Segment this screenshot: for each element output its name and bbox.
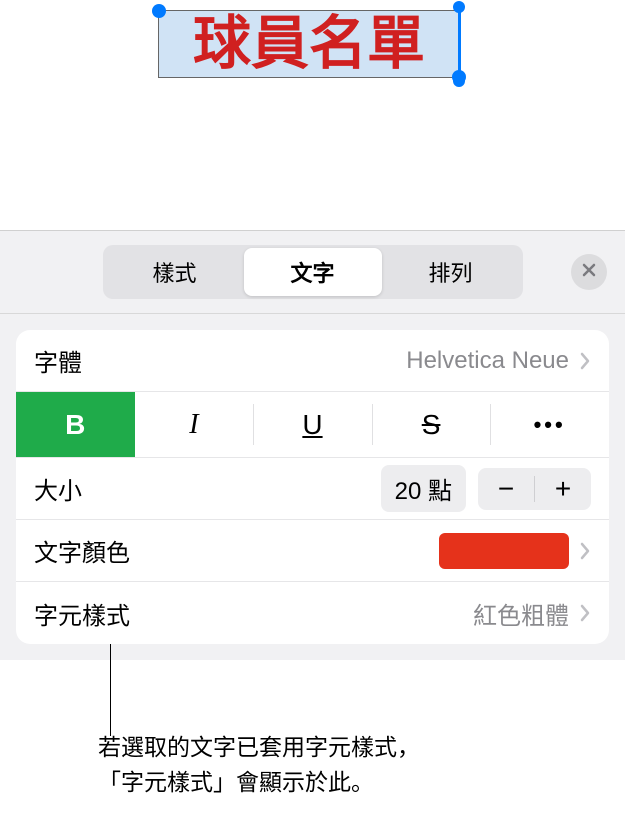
selected-text-box[interactable]: 球員名單 <box>158 10 460 78</box>
text-color-swatch[interactable] <box>439 533 569 569</box>
format-tabs: 樣式 文字 排列 <box>103 245 523 299</box>
size-value[interactable]: 20 點 <box>381 465 466 512</box>
character-style-row[interactable]: 字元樣式 紅色粗體 <box>16 582 609 644</box>
text-style-row: B I U S ••• <box>16 392 609 458</box>
tab-text[interactable]: 文字 <box>244 248 382 296</box>
text-color-label: 文字顏色 <box>34 533 130 568</box>
close-button[interactable] <box>571 254 607 290</box>
more-styles-button[interactable]: ••• <box>490 392 609 457</box>
chevron-right-icon <box>579 352 591 370</box>
format-panel: 樣式 文字 排列 字體 Helvetica Neue B <box>0 230 625 660</box>
annotation-leader-line <box>110 644 111 736</box>
resize-handle-tl[interactable] <box>152 4 166 18</box>
size-row: 大小 20 點 − + <box>16 458 609 520</box>
font-value: Helvetica Neue <box>406 347 569 375</box>
selection-handle-bottom[interactable] <box>453 75 465 87</box>
panel-header: 樣式 文字 排列 <box>0 231 625 314</box>
selection-handle-top[interactable] <box>453 1 465 13</box>
annotation-line2: 「字元樣式」會顯示於此。 <box>98 765 420 800</box>
chevron-right-icon <box>579 542 591 560</box>
canvas-area: 球員名單 <box>0 0 625 230</box>
tab-arrange[interactable]: 排列 <box>382 248 520 296</box>
character-style-value: 紅色粗體 <box>473 596 569 631</box>
underline-button[interactable]: U <box>253 392 372 457</box>
font-row[interactable]: 字體 Helvetica Neue <box>16 330 609 392</box>
size-stepper: − + <box>478 468 591 510</box>
chevron-right-icon <box>579 604 591 622</box>
size-label: 大小 <box>34 471 82 506</box>
text-cursor <box>458 11 461 77</box>
size-increase-button[interactable]: + <box>535 468 591 510</box>
size-decrease-button[interactable]: − <box>478 468 534 510</box>
text-settings-card: 字體 Helvetica Neue B I U S ••• 大小 20 點 <box>16 330 609 644</box>
more-icon: ••• <box>534 412 566 438</box>
close-icon <box>581 262 597 283</box>
font-label: 字體 <box>34 343 82 378</box>
annotation-text: 若選取的文字已套用字元樣式， 「字元樣式」會顯示於此。 <box>98 730 420 799</box>
strikethrough-button[interactable]: S <box>372 392 491 457</box>
panel-body: 字體 Helvetica Neue B I U S ••• 大小 20 點 <box>0 314 625 660</box>
selected-text[interactable]: 球員名單 <box>193 15 425 73</box>
text-color-row[interactable]: 文字顏色 <box>16 520 609 582</box>
bold-button[interactable]: B <box>16 392 135 457</box>
annotation-line1: 若選取的文字已套用字元樣式， <box>98 730 420 765</box>
italic-button[interactable]: I <box>135 392 254 457</box>
tab-style[interactable]: 樣式 <box>106 248 244 296</box>
character-style-label: 字元樣式 <box>34 596 130 631</box>
